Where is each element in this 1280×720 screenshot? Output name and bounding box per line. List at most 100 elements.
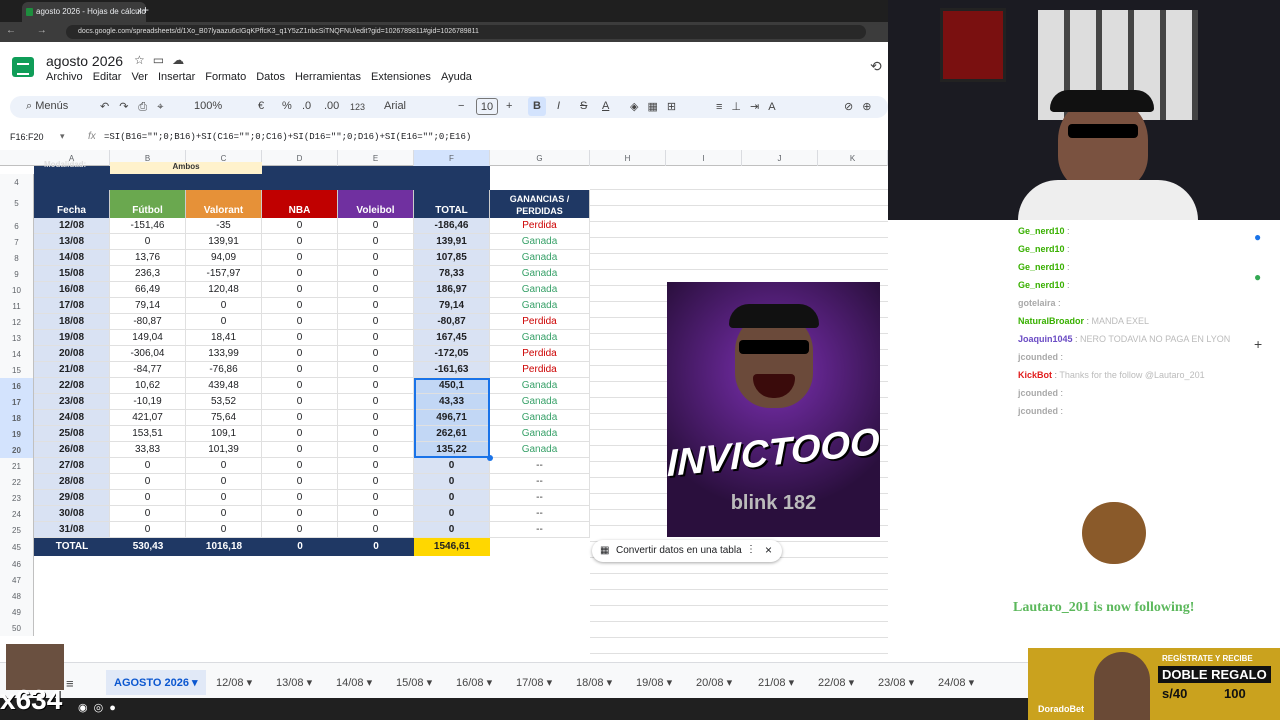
font-size-increase[interactable]: + — [506, 100, 512, 112]
chevron-down-icon[interactable]: ▾ — [966, 677, 975, 689]
row-header-14[interactable]: 14 — [0, 346, 34, 362]
cell-valorant[interactable]: -157,97 — [186, 266, 262, 282]
cell-valorant[interactable]: 75,64 — [186, 410, 262, 426]
namebox-chevron-icon[interactable]: ▾ — [60, 131, 65, 142]
row-header-9[interactable]: 9 — [0, 266, 34, 282]
chat-username[interactable]: Joaquin1045 — [1018, 334, 1073, 344]
sheets-logo-icon[interactable] — [12, 57, 34, 77]
row-header-11[interactable]: 11 — [0, 298, 34, 314]
new-tab-button[interactable]: + — [142, 3, 149, 17]
selection-handle[interactable] — [487, 455, 493, 461]
cell-futbol[interactable]: -10,19 — [110, 394, 186, 410]
font-select[interactable]: Arial — [384, 100, 406, 112]
cell-futbol[interactable]: 66,49 — [110, 282, 186, 298]
row-header-8[interactable]: 8 — [0, 250, 34, 266]
sheet-tab-3[interactable]: 14/08 ▾ — [336, 676, 372, 689]
cell-result[interactable]: Ganada — [490, 266, 590, 282]
cell-fecha[interactable]: 26/08 — [34, 442, 110, 458]
cell-futbol[interactable]: 236,3 — [110, 266, 186, 282]
cell-valorant[interactable]: 0 — [186, 474, 262, 490]
cell-valorant[interactable]: -76,86 — [186, 362, 262, 378]
row-header-45[interactable]: 45 — [0, 538, 34, 556]
column-header-h[interactable]: H — [590, 150, 666, 166]
search-menus[interactable]: ⌕ Menús — [26, 100, 68, 113]
cell-voleibol[interactable]: 0 — [338, 506, 414, 522]
folder-icon[interactable]: ▭ — [153, 53, 172, 67]
doc-title[interactable]: agosto 2026 — [46, 53, 123, 69]
empty-cells[interactable] — [590, 254, 888, 270]
cell-nba[interactable]: 0 — [262, 298, 338, 314]
row-header-23[interactable]: 23 — [0, 490, 34, 506]
cell-futbol[interactable]: 153,51 — [110, 426, 186, 442]
chat-username[interactable]: jcounded — [1018, 406, 1058, 416]
cell-futbol[interactable]: 0 — [110, 234, 186, 250]
cell-fecha[interactable]: 19/08 — [34, 330, 110, 346]
chevron-down-icon[interactable]: ▾ — [786, 677, 795, 689]
chevron-down-icon[interactable]: ▾ — [424, 677, 433, 689]
cell-voleibol[interactable]: 0 — [338, 266, 414, 282]
cell-result[interactable]: Ganada — [490, 378, 590, 394]
cell-futbol[interactable]: 79,14 — [110, 298, 186, 314]
cell-futbol[interactable]: 421,07 — [110, 410, 186, 426]
row-header-10[interactable]: 10 — [0, 282, 34, 298]
url-field[interactable]: docs.google.com/spreadsheets/d/1Xo_B07ly… — [66, 25, 866, 39]
cell-valorant[interactable]: 139,91 — [186, 234, 262, 250]
chevron-down-icon[interactable]: ▾ — [544, 677, 553, 689]
cell-fecha[interactable]: 18/08 — [34, 314, 110, 330]
empty-cells[interactable] — [590, 238, 888, 254]
maps-icon[interactable]: ● — [1254, 270, 1261, 284]
cell-futbol[interactable]: -151,46 — [110, 218, 186, 234]
chevron-down-icon[interactable]: ▾ — [189, 677, 198, 689]
row-header-48[interactable]: 48 — [0, 588, 34, 604]
cell-result[interactable]: Ganada — [490, 282, 590, 298]
cell-result[interactable]: -- — [490, 522, 590, 538]
empty-cells[interactable] — [590, 606, 888, 622]
cell-valorant[interactable]: 18,41 — [186, 330, 262, 346]
strikethrough-button[interactable]: S — [580, 100, 587, 112]
star-icon[interactable]: ☆ — [134, 53, 153, 67]
cell-total[interactable]: 0 — [414, 490, 490, 506]
cell-nba[interactable]: 0 — [262, 346, 338, 362]
close-icon[interactable]: × — [765, 543, 772, 557]
cell-nba[interactable]: 0 — [262, 218, 338, 234]
cell-voleibol[interactable]: 0 — [338, 346, 414, 362]
empty-cells[interactable] — [590, 206, 888, 222]
font-size-input[interactable]: 10 — [476, 98, 498, 115]
cell-valorant[interactable]: 0 — [186, 314, 262, 330]
menu-extensiones[interactable]: Extensiones — [371, 71, 431, 83]
chevron-down-icon[interactable]: ▾ — [906, 677, 915, 689]
column-header-g[interactable]: G — [490, 150, 590, 166]
cell-fecha[interactable]: 15/08 — [34, 266, 110, 282]
empty-cells[interactable] — [590, 190, 888, 206]
row-header-6[interactable]: 6 — [0, 218, 34, 234]
cell-nba[interactable]: 0 — [262, 442, 338, 458]
cell-voleibol[interactable]: 0 — [338, 490, 414, 506]
chat-username[interactable]: jcounded — [1018, 388, 1058, 398]
cell-nba[interactable]: 0 — [262, 458, 338, 474]
menu-insertar[interactable]: Insertar — [158, 71, 195, 83]
cell-total[interactable]: 107,85 — [414, 250, 490, 266]
cell-futbol[interactable]: 0 — [110, 522, 186, 538]
row-header-50[interactable]: 50 — [0, 620, 34, 636]
empty-cells[interactable] — [590, 574, 888, 590]
menu-formato[interactable]: Formato — [205, 71, 246, 83]
more-icon[interactable]: ⋮ — [746, 544, 756, 555]
cell-voleibol[interactable]: 0 — [338, 410, 414, 426]
row-header-18[interactable]: 18 — [0, 410, 34, 426]
cell-voleibol[interactable]: 0 — [338, 234, 414, 250]
cell-fecha[interactable]: 20/08 — [34, 346, 110, 362]
cell-result[interactable]: Perdida — [490, 314, 590, 330]
cell-total[interactable]: 0 — [414, 506, 490, 522]
italic-button[interactable]: I — [557, 100, 560, 112]
cell-nba[interactable]: 0 — [262, 426, 338, 442]
chevron-down-icon[interactable]: ▾ — [484, 677, 493, 689]
cell-fecha[interactable]: 16/08 — [34, 282, 110, 298]
sheet-tab-13[interactable]: 24/08 ▾ — [938, 676, 974, 689]
row-header-22[interactable]: 22 — [0, 474, 34, 490]
chat-username[interactable]: Ge_nerd10 — [1018, 280, 1065, 290]
menu-herramientas[interactable]: Herramientas — [295, 71, 361, 83]
cell-futbol[interactable]: -306,04 — [110, 346, 186, 362]
browser-tab[interactable]: agosto 2026 - Hojas de cálculo × — [22, 2, 146, 22]
cell-fecha[interactable]: 30/08 — [34, 506, 110, 522]
bold-button[interactable]: B — [528, 97, 546, 116]
